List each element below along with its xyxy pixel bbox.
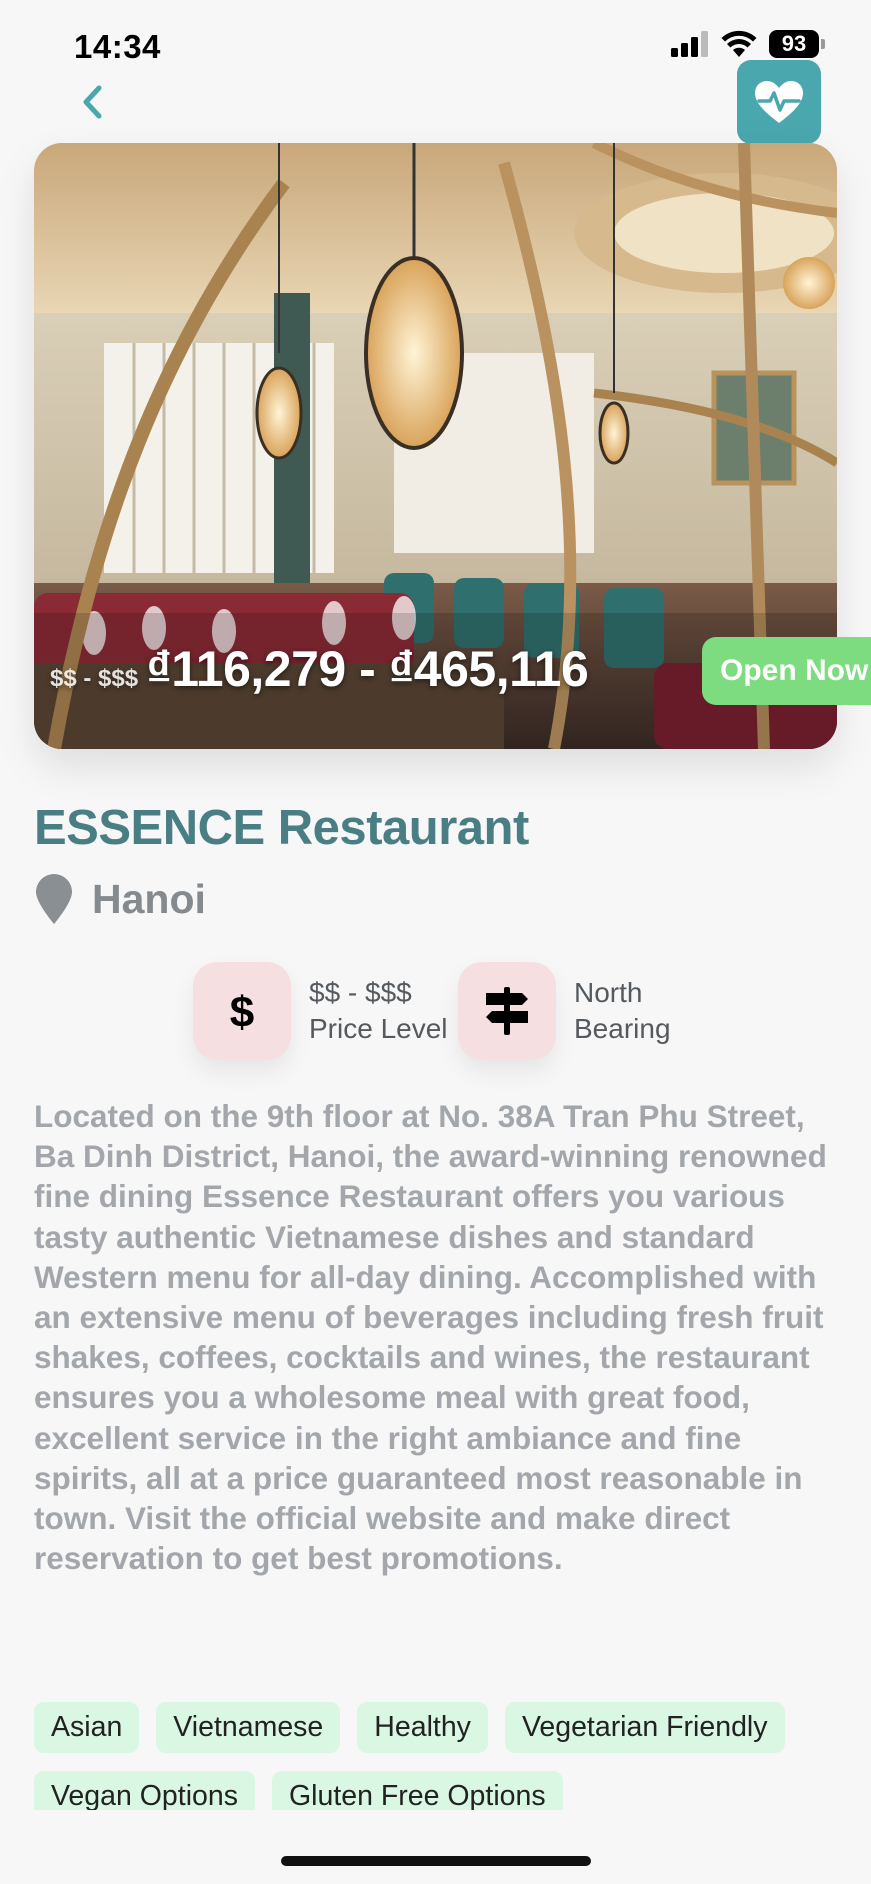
tag-gluten-free-options[interactable]: Gluten Free Options	[271, 1771, 563, 1810]
bearing-label: Bearing	[574, 1013, 671, 1044]
location-name: Hanoi	[92, 875, 206, 922]
signpost-icon	[458, 962, 556, 1060]
price-level-info: $ $$ - $$$ Price Level	[193, 962, 448, 1060]
status-icons: 93	[671, 30, 825, 58]
tag-vietnamese[interactable]: Vietnamese	[156, 1702, 341, 1753]
dollar-icon: $	[193, 962, 291, 1060]
tag-healthy[interactable]: Healthy	[357, 1702, 488, 1753]
heart-pulse-icon	[755, 81, 803, 123]
hero-price: $$ - $$$ ₫116,279 - ₫465,116	[50, 640, 589, 698]
price-level-label: Price Level	[309, 1013, 448, 1044]
cellular-signal-icon	[671, 31, 708, 57]
back-button[interactable]	[72, 80, 112, 124]
price-level-value: $$ - $$$	[309, 977, 412, 1008]
wifi-icon	[721, 30, 757, 57]
open-status-badge: Open Now	[702, 637, 871, 705]
tag-vegan-options[interactable]: Vegan Options	[34, 1771, 255, 1810]
battery-icon: 93	[769, 30, 825, 58]
tag-list: Asian Vietnamese Healthy Vegetarian Frie…	[34, 1702, 839, 1810]
chevron-left-icon	[83, 85, 102, 119]
svg-text:$: $	[230, 988, 254, 1035]
tag-asian[interactable]: Asian	[34, 1702, 140, 1753]
tag-vegetarian-friendly[interactable]: Vegetarian Friendly	[504, 1702, 785, 1753]
location: Hanoi	[34, 873, 206, 925]
hero-price-level: $$ - $$$	[50, 665, 139, 692]
home-indicator[interactable]	[281, 1856, 591, 1866]
restaurant-description: Located on the 9th floor at No. 38A Tran…	[34, 1098, 827, 1577]
bearing-value: North	[574, 977, 643, 1008]
hero-price-range: ₫116,279 - ₫465,116	[146, 641, 589, 697]
health-button[interactable]	[737, 60, 821, 144]
restaurant-name: ESSENCE Restaurant	[34, 801, 529, 855]
status-time: 14:34	[74, 28, 161, 65]
battery-level: 93	[769, 30, 819, 58]
bearing-info: North Bearing	[458, 962, 671, 1060]
map-pin-icon	[36, 874, 72, 924]
